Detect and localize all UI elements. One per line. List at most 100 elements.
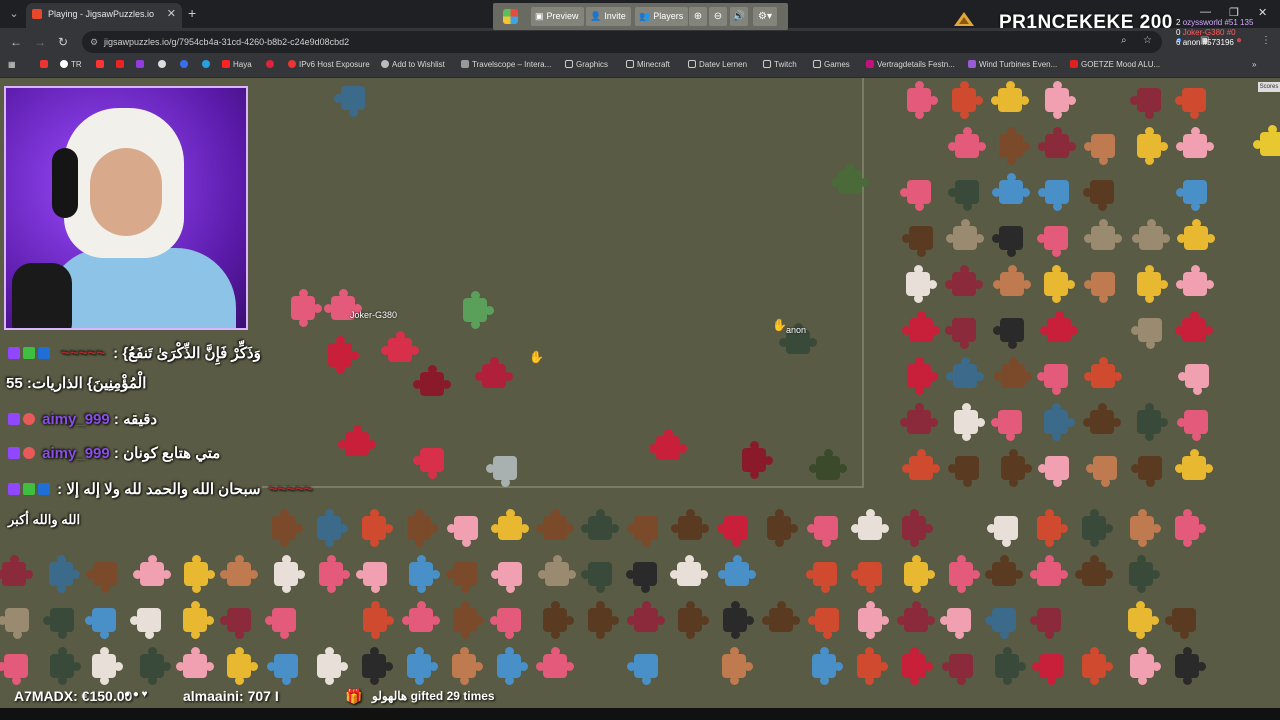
puzzle-piece[interactable] bbox=[1129, 264, 1169, 304]
puzzle-piece[interactable] bbox=[490, 554, 530, 594]
reload-icon[interactable]: ↻ bbox=[58, 35, 68, 49]
puzzle-piece[interactable] bbox=[808, 448, 848, 488]
puzzle-piece[interactable] bbox=[0, 646, 36, 686]
bookmark-folder-datev[interactable]: Datev Lernen bbox=[688, 60, 747, 69]
puzzle-piece[interactable] bbox=[401, 554, 441, 594]
puzzle-piece[interactable] bbox=[670, 508, 710, 548]
bookmark-haya[interactable]: Haya bbox=[222, 60, 252, 69]
puzzle-piece[interactable] bbox=[1029, 554, 1069, 594]
puzzle-piece[interactable] bbox=[1129, 126, 1169, 166]
bookmarks-overflow-icon[interactable]: » bbox=[1252, 60, 1256, 69]
puzzle-piece[interactable] bbox=[717, 554, 757, 594]
puzzle-piece[interactable] bbox=[761, 600, 801, 640]
bookmark-icon-6[interactable] bbox=[180, 60, 191, 69]
bookmark-folder-graphics[interactable]: Graphics bbox=[565, 60, 608, 69]
puzzle-piece[interactable] bbox=[266, 646, 306, 686]
puzzle-piece[interactable] bbox=[1122, 646, 1162, 686]
new-tab-icon[interactable]: + bbox=[188, 5, 196, 21]
bookmark-wishlist[interactable]: Add to Wishlist bbox=[381, 60, 445, 69]
puzzle-piece[interactable] bbox=[219, 600, 259, 640]
puzzle-piece[interactable] bbox=[219, 646, 259, 686]
puzzle-piece[interactable] bbox=[990, 402, 1030, 442]
puzzle-piece[interactable] bbox=[1164, 600, 1204, 640]
puzzle-piece[interactable] bbox=[489, 600, 529, 640]
puzzle-piece[interactable] bbox=[990, 80, 1030, 120]
puzzle-piece[interactable] bbox=[1131, 218, 1171, 258]
puzzle-piece[interactable] bbox=[939, 600, 979, 640]
puzzle-piece[interactable] bbox=[947, 126, 987, 166]
bookmark-tr[interactable]: TR bbox=[60, 60, 82, 69]
puzzle-piece[interactable] bbox=[455, 290, 495, 330]
puzzle-piece[interactable] bbox=[1037, 172, 1077, 212]
puzzle-piece[interactable] bbox=[807, 600, 847, 640]
puzzle-piece[interactable] bbox=[806, 508, 846, 548]
bookmark-goetze[interactable]: GOETZE Mood ALU... bbox=[1070, 60, 1160, 69]
puzzle-piece[interactable] bbox=[489, 646, 529, 686]
puzzle-piece[interactable] bbox=[1039, 310, 1079, 350]
puzzle-piece[interactable] bbox=[445, 600, 485, 640]
puzzle-piece[interactable] bbox=[944, 310, 984, 350]
puzzle-piece[interactable] bbox=[1082, 402, 1122, 442]
tab-close-icon[interactable]: ✕ bbox=[167, 3, 176, 25]
puzzle-piece[interactable] bbox=[984, 554, 1024, 594]
puzzle-piece[interactable] bbox=[625, 554, 665, 594]
puzzle-piece[interactable] bbox=[309, 508, 349, 548]
bookmark-folder-games[interactable]: Games bbox=[813, 60, 850, 69]
puzzle-piece[interactable] bbox=[535, 646, 575, 686]
bookmark-icon-1[interactable] bbox=[40, 60, 51, 69]
bookmark-icon-2[interactable] bbox=[96, 60, 107, 69]
puzzle-piece[interactable] bbox=[1029, 508, 1069, 548]
puzzle-piece[interactable] bbox=[945, 218, 985, 258]
puzzle-piece[interactable] bbox=[535, 508, 575, 548]
tab-search-icon[interactable]: ⌄ bbox=[6, 6, 22, 22]
preview-button[interactable]: ▣ Preview bbox=[531, 7, 584, 26]
puzzle-piece[interactable] bbox=[266, 554, 306, 594]
puzzle-piece[interactable] bbox=[264, 508, 304, 548]
puzzle-piece[interactable] bbox=[1074, 646, 1114, 686]
zoom-in-icon[interactable]: ⊕ bbox=[689, 7, 707, 26]
bookmark-ipv6[interactable]: IPv6 Host Exposure bbox=[288, 60, 370, 69]
puzzle-piece[interactable] bbox=[1036, 218, 1076, 258]
puzzle-piece[interactable] bbox=[1177, 356, 1217, 396]
puzzle-piece[interactable] bbox=[42, 600, 82, 640]
puzzle-piece[interactable] bbox=[537, 554, 577, 594]
zoom-out-icon[interactable]: ⊖ bbox=[709, 7, 727, 26]
puzzle-piece[interactable] bbox=[0, 554, 34, 594]
puzzle-piece[interactable] bbox=[1083, 126, 1123, 166]
puzzle-piece[interactable] bbox=[1083, 264, 1123, 304]
puzzle-piece[interactable] bbox=[1175, 126, 1215, 166]
puzzle-piece[interactable] bbox=[941, 554, 981, 594]
players-button[interactable]: 👥 Players bbox=[635, 7, 689, 26]
puzzle-piece[interactable] bbox=[132, 646, 172, 686]
puzzle-piece[interactable] bbox=[734, 440, 774, 480]
puzzle-piece[interactable] bbox=[1085, 448, 1125, 488]
puzzle-piece[interactable] bbox=[41, 554, 81, 594]
bookmark-icon-5[interactable] bbox=[158, 60, 169, 69]
puzzle-piece[interactable] bbox=[850, 508, 890, 548]
puzzle-piece[interactable] bbox=[1174, 80, 1214, 120]
puzzle-piece[interactable] bbox=[1167, 508, 1207, 548]
puzzle-piece[interactable] bbox=[991, 172, 1031, 212]
puzzle-piece[interactable] bbox=[894, 646, 934, 686]
bookmark-folder-twitch[interactable]: Twitch bbox=[763, 60, 797, 69]
puzzle-piece[interactable] bbox=[941, 646, 981, 686]
puzzle-piece[interactable] bbox=[1129, 80, 1169, 120]
bookmark-vertrag[interactable]: Vertragdetails Festn... bbox=[866, 60, 955, 69]
puzzle-piece[interactable] bbox=[1037, 80, 1077, 120]
puzzle-piece[interactable] bbox=[84, 600, 124, 640]
puzzle-piece[interactable] bbox=[85, 554, 125, 594]
puzzle-piece[interactable] bbox=[759, 508, 799, 548]
puzzle-piece[interactable] bbox=[580, 600, 620, 640]
back-icon[interactable]: ← bbox=[10, 35, 22, 49]
puzzle-piece[interactable] bbox=[899, 80, 939, 120]
puzzle-piece[interactable] bbox=[399, 508, 439, 548]
puzzle-piece[interactable] bbox=[401, 600, 441, 640]
puzzle-piece[interactable] bbox=[535, 600, 575, 640]
puzzle-piece[interactable] bbox=[991, 218, 1031, 258]
puzzle-piece[interactable] bbox=[175, 600, 215, 640]
puzzle-piece[interactable] bbox=[944, 264, 984, 304]
apps-grid-icon[interactable]: ▦ bbox=[8, 60, 16, 69]
puzzle-piece[interactable] bbox=[1037, 126, 1077, 166]
puzzle-piece[interactable] bbox=[1036, 402, 1076, 442]
bookmark-wind[interactable]: Wind Turbines Even... bbox=[968, 60, 1057, 69]
